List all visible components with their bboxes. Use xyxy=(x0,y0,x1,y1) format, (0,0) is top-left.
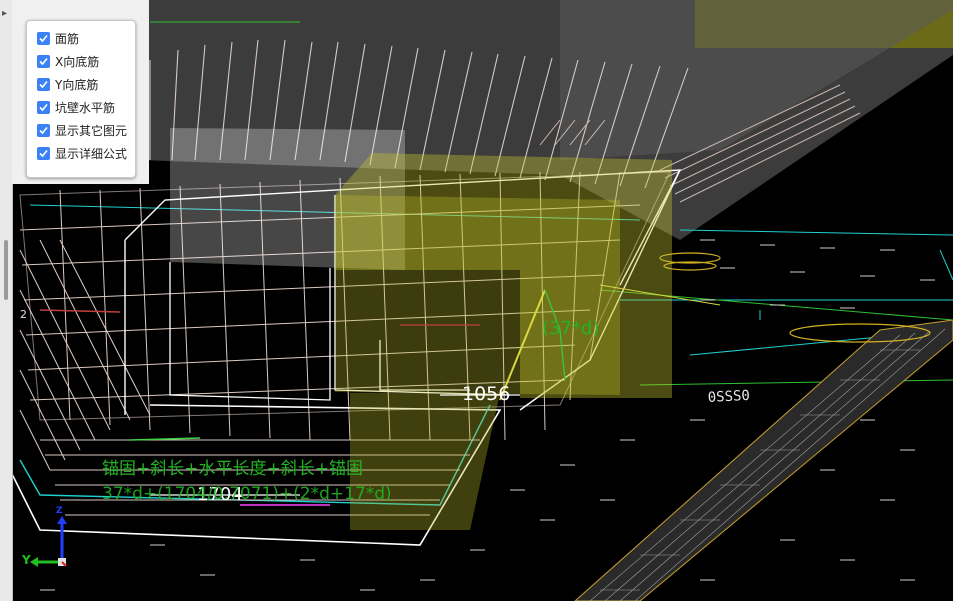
checkbox-checked-icon[interactable] xyxy=(37,101,50,114)
option-label: 坑壁水平筋 xyxy=(55,101,116,115)
3d-viewport[interactable]: 0SSS0 (37*d) 1056 1704 锚固+斜长+水平长度+斜长+锚固 … xyxy=(0,0,953,601)
checkbox-checked-icon[interactable] xyxy=(37,32,50,45)
z-axis-label: Z xyxy=(56,506,63,516)
right-label-text: 0SSS0 xyxy=(707,388,750,406)
option-x-bottom-rebar[interactable]: X向底筋 xyxy=(27,50,135,73)
collapse-arrow-icon[interactable]: ▸ xyxy=(2,8,7,19)
formula-text-label: 锚固+斜长+水平长度+斜长+锚固 xyxy=(102,459,363,479)
checkbox-checked-icon[interactable] xyxy=(37,124,50,137)
option-label: Y向底筋 xyxy=(55,78,99,92)
option-label: X向底筋 xyxy=(55,55,100,69)
option-label: 显示详细公式 xyxy=(55,147,128,161)
option-pit-wall-horizontal-rebar[interactable]: 坑壁水平筋 xyxy=(27,96,135,119)
option-show-other-elements[interactable]: 显示其它图元 xyxy=(27,119,135,142)
dimension-main-label: 1056 xyxy=(462,383,510,405)
checkbox-checked-icon[interactable] xyxy=(37,55,50,68)
y-axis-label: Y xyxy=(22,553,31,567)
option-show-detailed-formula[interactable]: 显示详细公式 xyxy=(27,142,135,165)
display-options-panel: 面筋 X向底筋 Y向底筋 坑壁水平筋 显示其它图元 显示详细公式 xyxy=(26,20,136,178)
formula-values-label: 37*d+(1704/0.7071)+(2*d+17*d) xyxy=(102,484,392,504)
option-label: 面筋 xyxy=(55,32,80,46)
checkbox-checked-icon[interactable] xyxy=(37,147,50,160)
option-face-rebar[interactable]: 面筋 xyxy=(27,27,135,50)
anchor-length-label: (37*d) xyxy=(542,318,599,339)
checkbox-checked-icon[interactable] xyxy=(37,78,50,91)
option-label: 显示其它图元 xyxy=(55,124,128,138)
option-y-bottom-rebar[interactable]: Y向底筋 xyxy=(27,73,135,96)
splitter-grip[interactable] xyxy=(4,240,8,300)
marker-2-label: 2 xyxy=(20,308,27,321)
